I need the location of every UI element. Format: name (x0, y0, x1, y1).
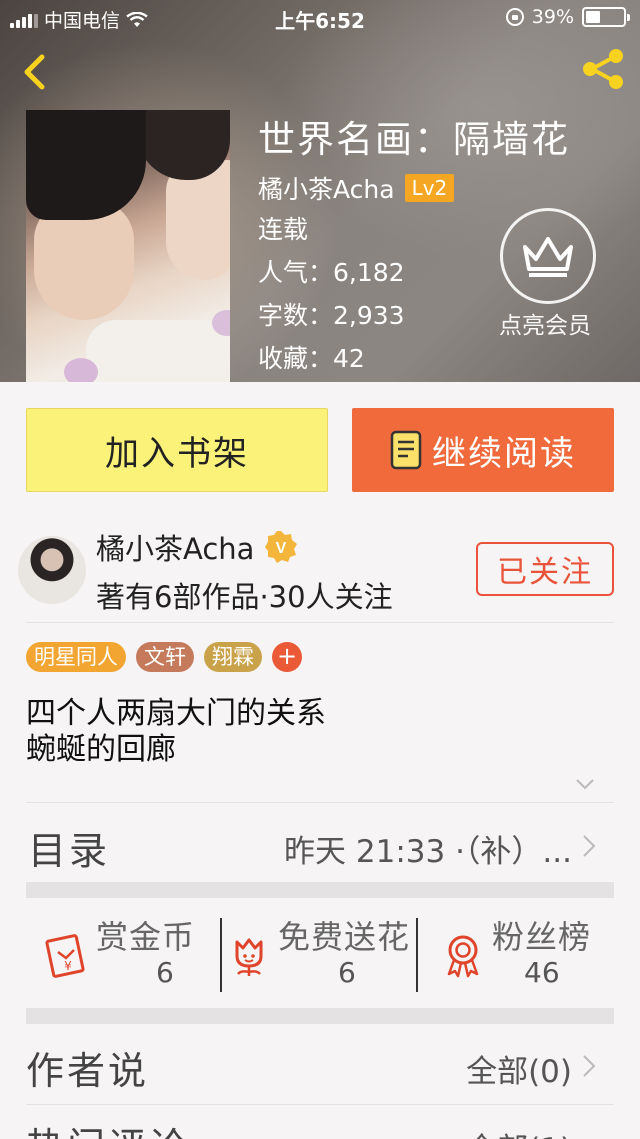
verified-badge-icon: V (265, 531, 298, 563)
author-card[interactable]: 橘小茶Acha V 著有6部作品·30人关注 已关注 (0, 518, 640, 622)
vip-button[interactable]: 点亮会员 (494, 208, 596, 340)
orientation-lock-icon (505, 8, 524, 26)
table-of-contents-row[interactable]: 目录 昨天 21:33 ·（补）... (26, 804, 614, 884)
book-title: 世界名画：隔墙花 (258, 118, 570, 161)
section-separator (26, 1008, 614, 1024)
description-line-2: 蜿蜒的回廊 (26, 732, 176, 767)
book-header: 中国电信 上午6:52 39% 世界名画：隔墙花 橘小茶Acha Lv2 连载 … (0, 0, 640, 382)
flower-icon (235, 938, 263, 976)
author-level-badge: Lv2 (404, 174, 455, 202)
reward-coins-count: 6 (156, 956, 174, 989)
tag-xianglin[interactable]: 翔霖 (204, 642, 262, 672)
back-arrow-icon[interactable] (18, 52, 52, 92)
add-to-shelf-button[interactable]: 加入书架 (26, 408, 328, 492)
battery-percent: 39% (531, 6, 574, 28)
verified-mark: V (276, 540, 287, 557)
send-flower-button[interactable]: 免费送花 6 (226, 912, 426, 992)
chevron-down-icon[interactable] (574, 776, 596, 792)
chevron-right-icon (583, 1055, 596, 1077)
add-tag-button[interactable]: + (272, 642, 302, 672)
author-says-label: 作者说 (26, 1049, 150, 1093)
tag-list: 明星同人 文轩 翔霖 + (26, 642, 302, 672)
vip-label: 点亮会员 (499, 313, 591, 339)
continue-reading-label: 继续阅读 (432, 433, 576, 474)
toc-label: 目录 (28, 829, 111, 873)
reward-coins-label: 赏金币 (96, 918, 196, 956)
book-icon (390, 430, 422, 470)
send-flower-label: 免费送花 (278, 918, 411, 956)
divider (26, 802, 614, 803)
hot-comments-count: 全部(1) (466, 1124, 572, 1139)
author-works-stats: 著有6部作品·30人关注 (96, 580, 393, 614)
svg-text:¥: ¥ (64, 959, 72, 973)
battery-icon (582, 7, 630, 27)
author-says-row[interactable]: 作者说 全部(0) (26, 1030, 614, 1100)
red-envelope-icon: ¥ (45, 934, 85, 978)
favorites-stat: 收藏：42 (258, 344, 365, 373)
fan-ranking-label: 粉丝榜 (492, 918, 592, 956)
book-description[interactable]: 四个人两扇大门的关系 蜿蜒的回廊 (26, 696, 326, 768)
book-cover-image[interactable] (26, 110, 230, 382)
avatar[interactable] (18, 536, 86, 604)
chevron-right-icon (583, 835, 596, 857)
follow-button[interactable]: 已关注 (476, 542, 614, 596)
toc-latest-chapter: 昨天 21:33 ·（补）... (284, 834, 572, 870)
section-separator (26, 882, 614, 898)
stat-separator (416, 918, 418, 992)
reward-coins-button[interactable]: ¥ 赏金币 6 (44, 912, 224, 992)
tag-wenxuan[interactable]: 文轩 (136, 642, 194, 672)
hot-comments-label: 热门评论 (26, 1116, 190, 1139)
send-flower-count: 6 (338, 956, 356, 989)
divider (26, 1104, 614, 1105)
description-line-1: 四个人两扇大门的关系 (26, 696, 326, 731)
author-says-count: 全部(0) (466, 1054, 572, 1090)
continue-reading-button[interactable]: 继续阅读 (352, 408, 614, 492)
interaction-stats: ¥ 赏金币 6 免费送花 6 粉丝榜 46 (26, 904, 614, 1000)
fan-ranking-button[interactable]: 粉丝榜 46 (440, 912, 614, 992)
book-author-link[interactable]: 橘小茶Acha (258, 170, 395, 206)
author-card-name: 橘小茶Acha (96, 532, 255, 566)
crown-icon (523, 237, 573, 277)
divider (26, 622, 614, 623)
follow-label: 已关注 (497, 555, 593, 590)
status-bar: 中国电信 上午6:52 39% (0, 0, 640, 36)
add-to-shelf-label: 加入书架 (105, 433, 249, 474)
tag-mingxing[interactable]: 明星同人 (26, 642, 126, 672)
fan-ranking-count: 46 (524, 956, 560, 989)
share-icon[interactable] (580, 48, 626, 90)
medal-icon (447, 935, 479, 978)
stat-separator (220, 918, 222, 992)
hot-comments-row[interactable]: 热门评论 全部(1) (26, 1112, 614, 1139)
